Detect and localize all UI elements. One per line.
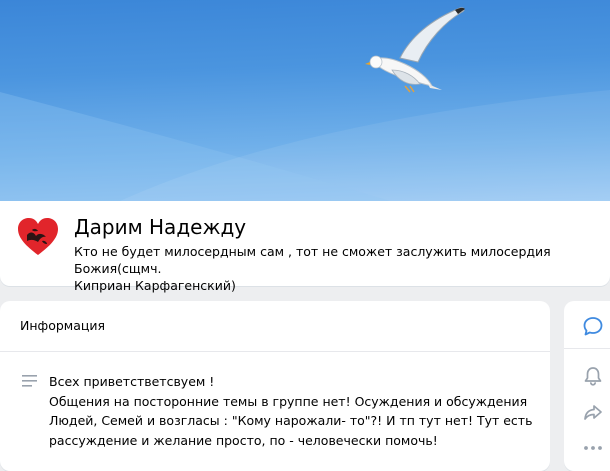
group-status: Кто не будет милосердным сам , тот не см… — [74, 243, 604, 294]
group-title: Дарим Надежду — [74, 215, 247, 239]
side-divider — [564, 348, 610, 349]
info-heading: Информация — [20, 318, 106, 333]
info-line: Общения на посторонние темы в группе нет… — [49, 393, 528, 409]
heart-logo-icon — [18, 218, 58, 255]
seagull-sky-illustration — [0, 7, 610, 201]
text-lines-icon — [22, 375, 37, 387]
side-actions — [564, 301, 610, 471]
info-line: рассуждение и желание просто, по - челов… — [49, 432, 438, 448]
bell-icon[interactable] — [582, 365, 604, 387]
more-dots-icon[interactable] — [582, 441, 604, 455]
group-status-line: Кто не будет милосердным сам , тот не см… — [74, 244, 551, 276]
info-card: Информация Всех приветстветсвуем ! Общен… — [0, 301, 550, 471]
info-description: Всех приветстветсвуем ! Общения на посто… — [49, 372, 539, 450]
info-header[interactable]: Информация — [0, 301, 550, 352]
message-bubble-icon[interactable] — [582, 315, 604, 337]
group-header: Дарим Надежду Кто не будет милосердным с… — [0, 201, 610, 293]
group-avatar[interactable] — [16, 215, 60, 259]
info-line: Всех приветстветсвуем ! — [49, 374, 215, 389]
share-arrow-icon[interactable] — [582, 401, 604, 423]
cover-image — [0, 0, 610, 201]
group-status-line: Киприан Карфагенский) — [74, 278, 236, 293]
info-line: Людей, Семей и возгласы : "Кому нарожали… — [49, 413, 533, 428]
